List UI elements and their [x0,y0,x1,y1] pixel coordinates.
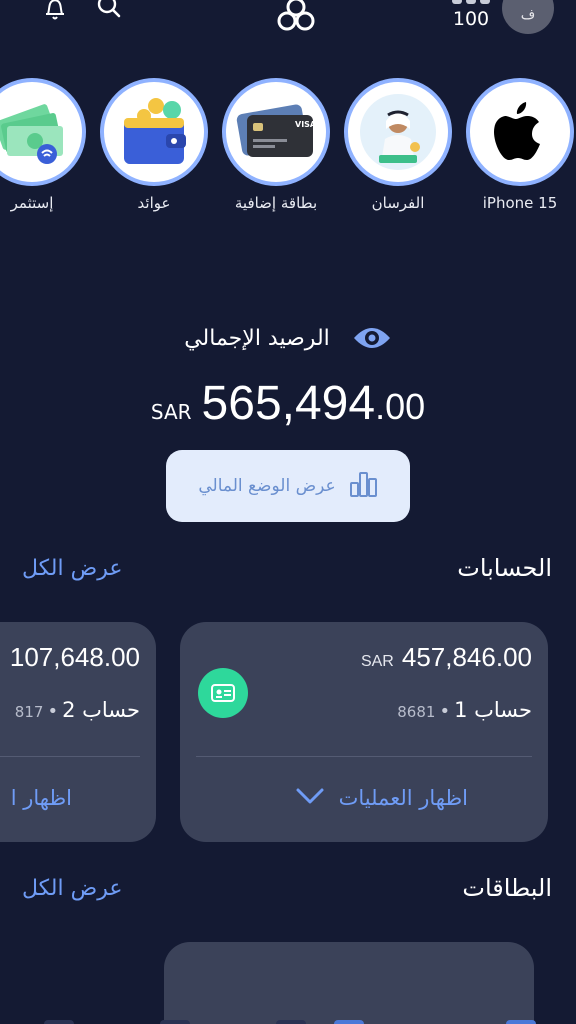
app-logo-icon [274,0,318,32]
accounts-title: الحسابات [457,554,552,582]
divider [196,756,532,757]
alfursan-illustration-icon [344,78,452,186]
bar-chart-icon [348,469,378,503]
account-number: 817 [14,703,44,721]
account-identifier: 817 • حساب 2 [15,698,140,722]
cards-view-all-link[interactable]: عرض الكل [22,876,122,901]
show-transactions-button[interactable]: اظهار ا [11,786,72,810]
nav-item[interactable] [160,1020,190,1024]
nav-item[interactable] [334,1020,364,1024]
cash-stack-illustration-icon [0,78,86,186]
balance-integer: 565,494 [201,377,376,430]
avatar-initial: ف [520,7,536,23]
account-identifier: 8681 • حساب 1 [397,698,532,722]
nav-item[interactable] [44,1020,74,1024]
account-separator: • [439,701,451,722]
bottom-navigation [0,1014,576,1024]
nav-item[interactable] [276,1020,306,1024]
svg-text:VISA: VISA [295,120,317,129]
id-card-icon [198,668,248,718]
credit-cards-illustration-icon: VISA [222,78,330,186]
balance-decimal: .00 [375,386,426,427]
bell-icon[interactable] [40,0,70,24]
account-card-2[interactable]: 107,648.00 817 • حساب 2 اظهار ا [0,622,156,842]
cards-title: البطاقات [462,874,552,902]
story-extra-card[interactable]: VISA بطاقة إضافية [222,78,330,212]
account-name: حساب 1 [454,698,532,722]
balance-currency: SAR [150,400,192,424]
story-invest[interactable]: إستثمر [0,78,86,212]
story-label: إستثمر [10,194,54,212]
account-card-1[interactable]: SAR 457,846.00 8681 • حساب 1 اظهار العمليات [180,622,548,842]
total-balance-amount: SAR 565,494.00 [100,376,476,431]
wallet-coins-illustration-icon [100,78,208,186]
account-number: 8681 [397,703,436,721]
total-balance-header: الرصيد الإجمالي [150,318,426,358]
search-icon[interactable] [94,0,126,22]
points-value: 100 [452,8,490,30]
card-preview[interactable] [164,942,534,1024]
eye-icon[interactable] [352,322,392,354]
account-amount: SAR 457,846.00 [361,642,532,673]
account-balance: 107,648.00 [9,642,140,672]
account-name: حساب 2 [62,698,140,722]
financial-status-button[interactable]: عرض الوضع المالي [166,450,410,522]
apple-logo-icon [466,78,574,186]
story-label: عوائد [137,194,171,212]
story-label: iPhone 15 [482,194,558,212]
divider [0,756,140,757]
avatar[interactable]: ف [502,0,554,34]
story-returns[interactable]: عوائد [100,78,208,212]
show-transactions-button[interactable]: اظهار العمليات [295,786,468,810]
story-label: بطاقة إضافية [234,194,318,212]
account-balance: 457,846.00 [401,642,532,672]
nav-item[interactable] [506,1020,536,1024]
account-currency: SAR [360,653,394,670]
financial-status-label: عرض الوضع المالي [198,476,336,496]
story-iphone[interactable]: iPhone 15 [466,78,574,212]
account-separator: • [47,701,59,722]
story-label: الفرسان [371,194,425,212]
accounts-view-all-link[interactable]: عرض الكل [22,556,122,581]
points-balance[interactable]: 100 [448,0,494,32]
total-balance-label: الرصيد الإجمالي [184,325,330,351]
story-alfursan[interactable]: الفرسان [344,78,452,212]
chevron-down-icon [295,787,325,809]
banking-home-screen: 100 ف iPhone 15 الفرسان VISA بطاقة إضافي… [0,0,576,1024]
account-amount: 107,648.00 [10,642,140,673]
top-bar: 100 ف [0,0,576,40]
show-transactions-label: اظهار العمليات [338,786,468,810]
show-transactions-label: اظهار ا [10,786,72,810]
points-icon [452,0,490,4]
